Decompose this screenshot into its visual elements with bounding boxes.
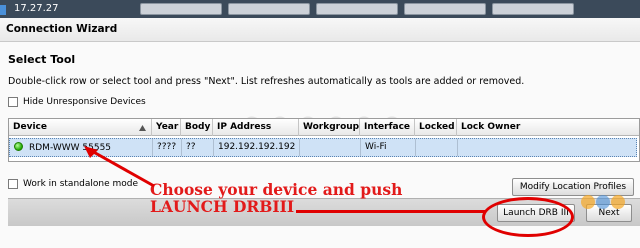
wizard-title-bar: Connection Wizard	[0, 18, 640, 42]
brand-logo-icon	[581, 195, 625, 209]
cell-ip: 192.192.192.192	[214, 139, 300, 156]
col-interface-header[interactable]: Interface	[360, 119, 415, 136]
col-locked-header[interactable]: Locked	[415, 119, 457, 136]
cell-body: ??	[182, 139, 214, 156]
page-heading: Select Tool	[8, 53, 76, 66]
hide-unresponsive-checkbox[interactable]: Hide Unresponsive Devices	[8, 97, 146, 107]
brand-watermark	[578, 192, 628, 216]
hide-unresponsive-label: Hide Unresponsive Devices	[23, 97, 146, 107]
sort-ascending-icon	[139, 125, 146, 131]
annotation-line-1: Choose your device and push	[150, 180, 403, 199]
annotation-arrow-up	[84, 146, 155, 188]
tab-5[interactable]	[492, 3, 574, 15]
tab-3[interactable]	[316, 3, 398, 15]
wizard-content: Select Tool Double-click row or select t…	[0, 42, 640, 248]
app-version: 17.27.27	[14, 3, 59, 14]
col-device-header[interactable]: Device	[9, 119, 152, 136]
cell-interface: Wi-Fi	[361, 139, 416, 156]
app-top-strip: 17.27.27	[0, 0, 640, 18]
checkbox-box[interactable]	[8, 179, 18, 189]
cell-workgroup	[300, 139, 361, 156]
checkbox-box[interactable]	[8, 97, 18, 107]
tab-1[interactable]	[140, 3, 222, 15]
cell-locked	[416, 139, 458, 156]
tab-4[interactable]	[404, 3, 486, 15]
annotation-pointer-line	[296, 210, 486, 213]
annotation-ring	[482, 197, 574, 237]
tab-2[interactable]	[228, 3, 310, 15]
instructions-text: Double-click row or select tool and pres…	[8, 76, 525, 87]
col-ip-header[interactable]: IP Address	[213, 119, 299, 136]
col-body-header[interactable]: Body	[181, 119, 213, 136]
table-header: Device Year Body IP Address Workgroup In…	[9, 119, 639, 136]
window-title: Connection Wizard	[6, 23, 118, 35]
col-lock-owner-header[interactable]: Lock Owner	[457, 119, 637, 136]
col-year-header[interactable]: Year	[152, 119, 181, 136]
cell-lock-owner	[458, 139, 636, 156]
col-workgroup-header[interactable]: Workgroup	[299, 119, 360, 136]
tab-strip	[140, 3, 574, 16]
status-online-icon	[14, 142, 23, 151]
app-logo-icon	[0, 5, 6, 15]
